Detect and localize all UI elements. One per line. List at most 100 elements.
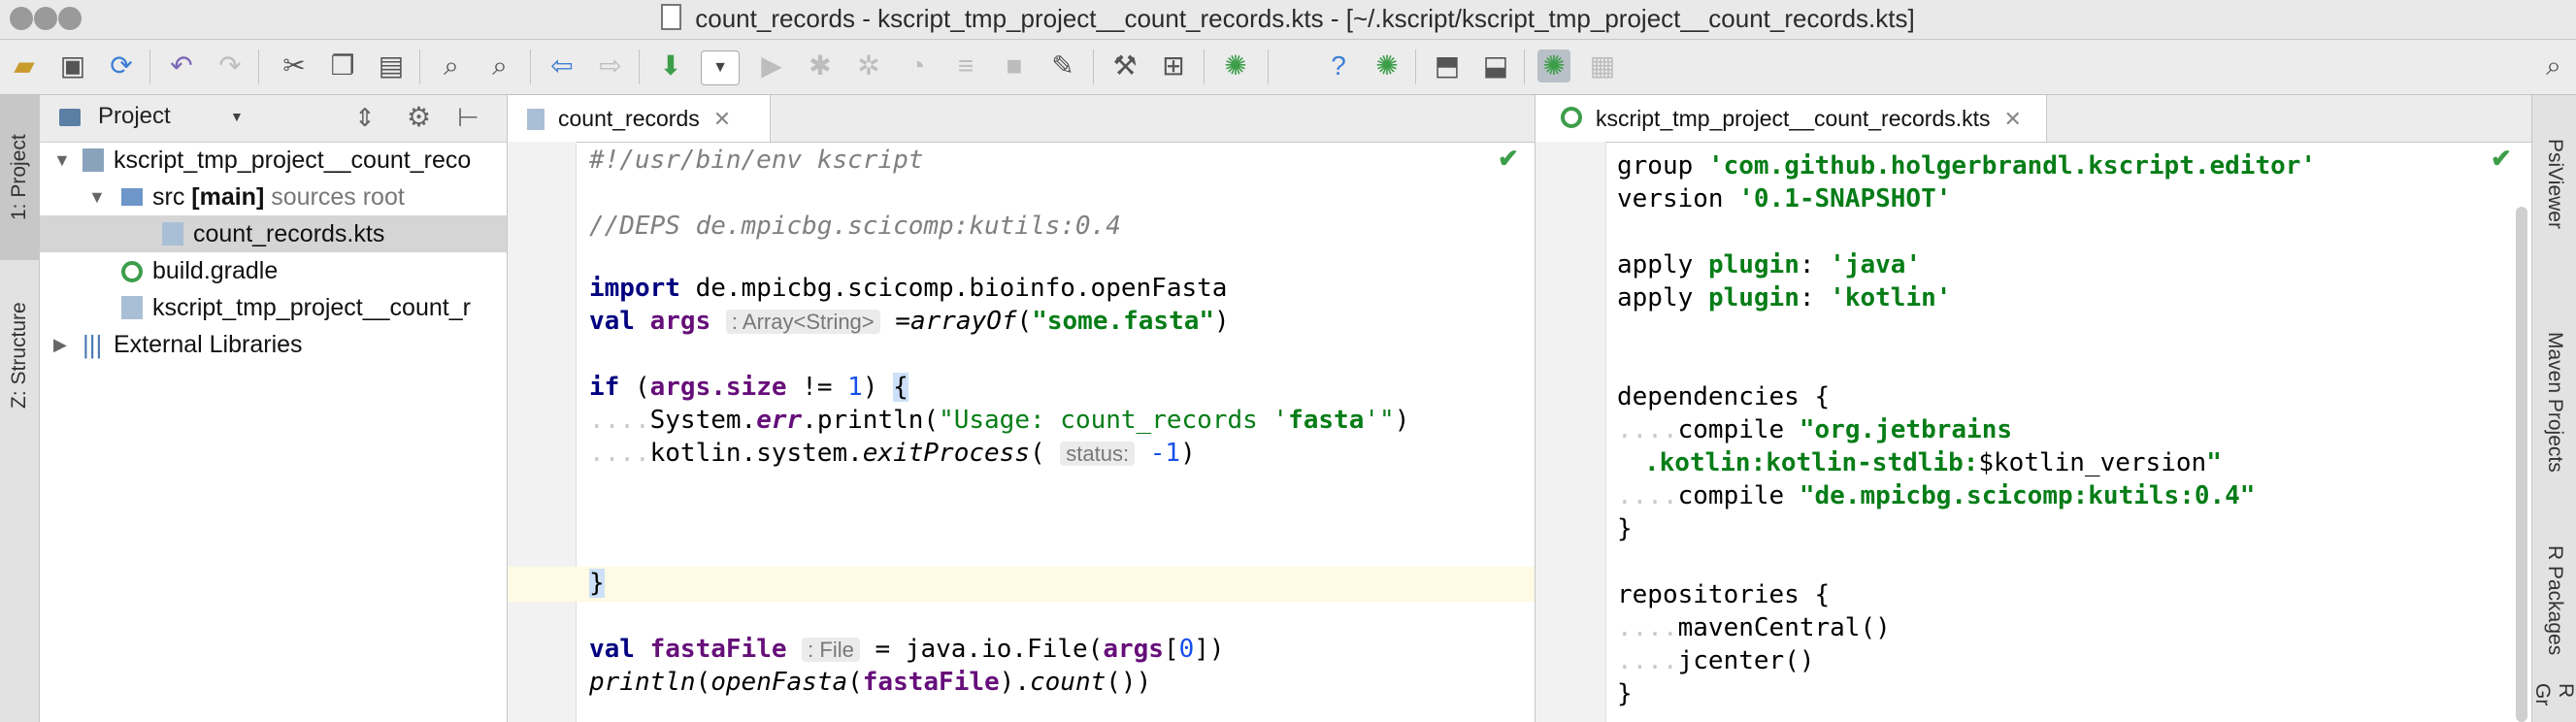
sync-icon[interactable]: ⟳ [105, 49, 138, 82]
project-panel-header: Project ▼ ⇕ ⚙ ⊢ [40, 95, 507, 143]
code-line[interactable]: } [589, 567, 605, 600]
right-tool-window-bar: PsiViewer Maven Projects R Packages R Gr [2531, 95, 2576, 722]
gradle-file-icon [1561, 107, 1582, 128]
run-config-dropdown[interactable]: ▼ [701, 50, 740, 85]
kotlin-script-file-icon [162, 222, 183, 246]
code-line[interactable]: ....kotlin.system.exitProcess( status: -… [589, 437, 1196, 470]
tree-item-src[interactable]: ▼ src [main] sources root [40, 179, 507, 215]
code-line[interactable]: ....jcenter() [1617, 644, 1815, 677]
save-icon[interactable]: ▣ [56, 49, 89, 82]
code-line[interactable]: } [1617, 677, 1633, 710]
current-line-highlight [508, 567, 1535, 602]
tree-item-project-root[interactable]: ▼ kscript_tmp_project__count_reco [40, 142, 507, 179]
tree-item-external-libraries[interactable]: ▶ ||| External Libraries [40, 326, 507, 363]
cut-icon[interactable]: ✂ [278, 49, 311, 82]
sdk-icon[interactable]: ⬒ [1431, 49, 1464, 82]
expand-arrow-icon[interactable]: ▼ [88, 179, 106, 215]
tree-item-count-records[interactable]: count_records.kts [40, 215, 507, 252]
project-view-label[interactable]: Project [98, 103, 171, 130]
code-line[interactable]: ....System.err.println("Usage: count_rec… [589, 404, 1409, 437]
document-icon [661, 4, 682, 30]
paste-icon[interactable]: ▤ [375, 49, 408, 82]
collapse-arrow-icon[interactable]: ▶ [53, 326, 67, 363]
search-everywhere-icon[interactable]: ⌕ [2537, 49, 2570, 82]
coverage-icon[interactable]: ✲ [852, 49, 885, 82]
kotlin-script-file-icon [121, 296, 143, 319]
code-line[interactable]: apply plugin: 'kotlin' [1617, 281, 1951, 314]
code-line[interactable]: repositories { [1617, 578, 1830, 611]
project-view-icon [59, 109, 81, 126]
undo-icon[interactable]: ↶ [165, 49, 198, 82]
editor-scrollbar[interactable] [2516, 207, 2527, 722]
profile-icon[interactable]: ◔ [901, 49, 934, 82]
code-line[interactable]: version '0.1-SNAPSHOT' [1617, 182, 1951, 215]
code-line[interactable]: } [1617, 512, 1633, 545]
avd-icon[interactable]: ⬓ [1479, 49, 1512, 82]
code-line[interactable]: val fastaFile : File = java.io.File(args… [589, 633, 1225, 666]
editor-count-records: count_records ✕ ✔ #!/usr/bin/env kscript … [508, 95, 1536, 722]
project-structure-icon[interactable]: ⊞ [1157, 49, 1190, 82]
android-monitor-icon[interactable]: ✺ [1537, 49, 1570, 82]
tree-item-build-gradle[interactable]: build.gradle [40, 252, 507, 289]
open-folder-icon[interactable]: ▰ [8, 49, 41, 82]
code-line[interactable]: apply plugin: 'java' [1617, 248, 1921, 281]
editor-tab-bar: kscript_tmp_project__count_records.kts ✕ [1536, 95, 2531, 143]
debug-icon[interactable]: ✱ [804, 49, 837, 82]
chevron-down-icon[interactable]: ▼ [230, 109, 244, 124]
code-line[interactable]: import de.mpicbg.scicomp.bioinfo.openFas… [589, 272, 1227, 305]
editor-kts-build: kscript_tmp_project__count_records.kts ✕ … [1536, 95, 2531, 722]
code-line[interactable]: println(openFasta(fastaFile).count()) [589, 666, 1151, 699]
tab-psi-viewer[interactable]: PsiViewer [2532, 111, 2576, 256]
tab-maven-projects[interactable]: Maven Projects [2532, 285, 2576, 518]
code-line[interactable]: group 'com.github.holgerbrandl.kscript.e… [1617, 149, 2316, 182]
help-icon[interactable]: ? [1322, 49, 1355, 82]
forward-icon[interactable]: ⇨ [594, 49, 627, 82]
find-icon[interactable]: ⌕ [435, 49, 468, 82]
main-toolbar: ▰ ▣ ⟳ ↶ ↷ ✂ ❐ ▤ ⌕ ⌕ ⇦ ⇨ ⬇ ▼ ▶ ✱ ✲ ◔ ≡ ■ … [0, 40, 2576, 95]
build-icon[interactable]: ⬇ [654, 49, 687, 82]
tab-structure[interactable]: Z: Structure [0, 276, 39, 435]
attach-icon[interactable]: ≡ [949, 49, 982, 82]
gradle-file-icon [121, 261, 143, 282]
code-line[interactable]: //DEPS de.mpicbg.scicomp:kutils:0.4 [589, 210, 1121, 243]
editor-tab-bar: count_records ✕ [508, 95, 1535, 143]
gear-icon[interactable]: ⚙ [407, 101, 431, 133]
tab-r-graphics[interactable]: R Gr [2532, 683, 2576, 722]
close-tab-icon[interactable]: ✕ [2004, 107, 2022, 131]
edit-icon[interactable]: ✎ [1046, 49, 1079, 82]
tab-r-packages[interactable]: R Packages [2532, 518, 2576, 683]
redo-icon[interactable]: ↷ [214, 49, 247, 82]
code-line[interactable]: #!/usr/bin/env kscript [589, 144, 923, 177]
library-icon: ||| [83, 330, 103, 359]
window-title: count_records - kscript_tmp_project__cou… [0, 4, 2576, 34]
back-icon[interactable]: ⇦ [545, 49, 578, 82]
expand-arrow-icon[interactable]: ▼ [53, 142, 71, 179]
tab-kts-build[interactable]: kscript_tmp_project__count_records.kts ✕ [1536, 95, 2047, 142]
left-tool-window-bar: 1: Project Z: Structure [0, 95, 40, 722]
layout-inspector-icon[interactable]: ▦ [1586, 49, 1619, 82]
code-line[interactable]: .kotlin:kotlin-stdlib:$kotlin_version" [1644, 446, 2222, 479]
code-line[interactable]: ....mavenCentral() [1617, 611, 1891, 644]
project-tool-window: Project ▼ ⇕ ⚙ ⊢ ▼ kscript_tmp_project__c… [40, 95, 508, 722]
replace-icon[interactable]: ⌕ [483, 49, 516, 82]
kotlin-script-file-icon [527, 109, 545, 130]
code-line[interactable]: if (args.size != 1) { [589, 371, 908, 404]
close-tab-icon[interactable]: ✕ [713, 107, 731, 131]
hide-panel-icon[interactable]: ⊢ [457, 103, 479, 133]
settings-icon[interactable]: ⚒ [1108, 49, 1141, 82]
title-bar: count_records - kscript_tmp_project__cou… [0, 0, 2576, 40]
code-line[interactable]: val args : Array<String> =arrayOf("some.… [589, 305, 1230, 338]
code-line[interactable]: ....compile "de.mpicbg.scicomp:kutils:0.… [1617, 479, 2255, 512]
code-line[interactable]: ....compile "org.jetbrains [1617, 413, 2012, 446]
tab-project[interactable]: 1: Project [0, 95, 39, 260]
copy-icon[interactable]: ❐ [326, 49, 359, 82]
tree-item-kts-file[interactable]: kscript_tmp_project__count_r [40, 289, 507, 326]
inspection-ok-icon: ✔ [2491, 144, 2512, 173]
collapse-all-icon[interactable]: ⇕ [354, 103, 376, 133]
run-icon[interactable]: ▶ [755, 49, 788, 82]
tab-count-records[interactable]: count_records ✕ [508, 95, 771, 142]
android-device-icon[interactable]: ✺ [1371, 49, 1404, 82]
code-line[interactable]: dependencies { [1617, 380, 1830, 413]
stop-icon[interactable]: ■ [998, 49, 1031, 82]
android-icon[interactable]: ✺ [1219, 49, 1252, 82]
